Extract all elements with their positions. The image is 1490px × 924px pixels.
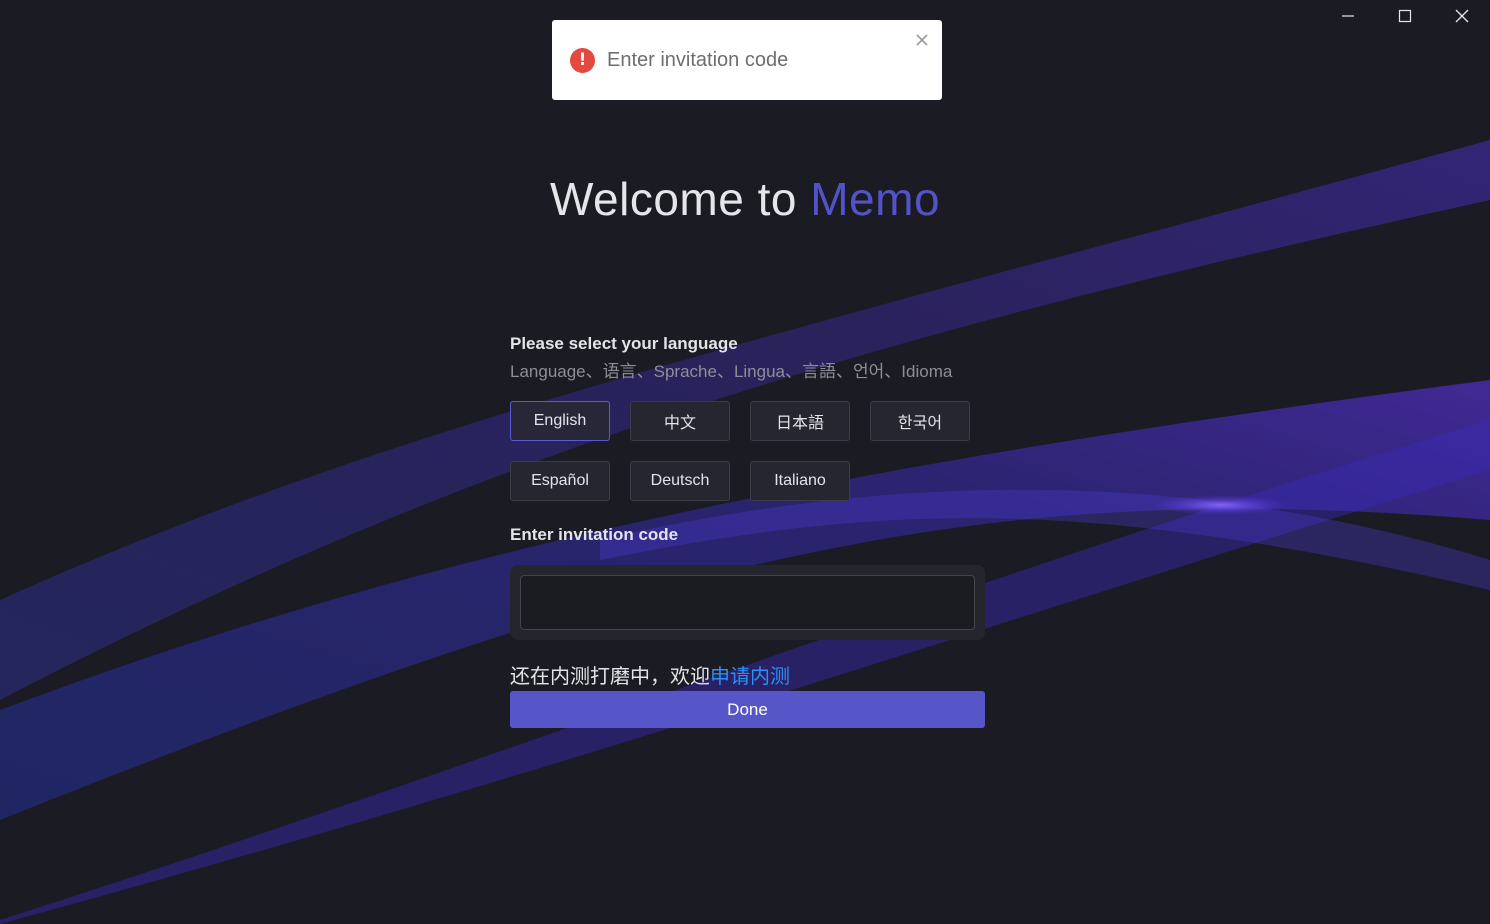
language-option-german[interactable]: Deutsch [630,461,730,501]
beta-notice: 还在内测打磨中，欢迎申请内测 [510,664,985,688]
toast-message: Enter invitation code [607,48,789,71]
apply-beta-link[interactable]: 申请内测 [710,664,790,688]
minimize-button[interactable] [1319,0,1376,32]
welcome-title: Welcome to Memo [0,172,1490,226]
language-option-korean[interactable]: 한국어 [870,401,970,441]
error-toast: ! Enter invitation code [552,20,942,100]
language-option-italian[interactable]: Italiano [750,461,850,501]
done-button[interactable]: Done [510,691,985,728]
maximize-icon [1398,9,1411,23]
error-icon: ! [570,47,595,73]
language-title: Please select your language [510,334,738,353]
minimize-icon [1341,15,1354,17]
setup-form: Please select your language Language、语言、… [510,334,985,728]
beta-text: 还在内测打磨中，欢迎 [510,664,710,688]
app-window: ! Enter invitation code Welcome to Memo … [0,0,1490,924]
language-option-english[interactable]: English [510,401,610,441]
language-option-japanese[interactable]: 日本語 [750,401,850,441]
language-option-spanish[interactable]: Español [510,461,610,501]
brand-name: Memo [810,173,941,225]
close-window-button[interactable] [1433,0,1490,32]
language-options: English 中文 日本語 한국어 Español Deutsch Itali… [510,401,985,501]
welcome-prefix: Welcome to [549,173,811,225]
invitation-title: Enter invitation code [510,525,679,544]
close-icon [1455,9,1468,23]
toast-close-icon[interactable] [914,32,930,48]
maximize-button[interactable] [1376,0,1433,32]
invitation-box [510,565,985,640]
window-controls [1319,0,1490,32]
invitation-code-input[interactable] [520,575,975,630]
language-subtitle: Language、语言、Sprache、Lingua、言語、언어、Idioma [510,362,953,381]
language-option-chinese[interactable]: 中文 [630,401,730,441]
